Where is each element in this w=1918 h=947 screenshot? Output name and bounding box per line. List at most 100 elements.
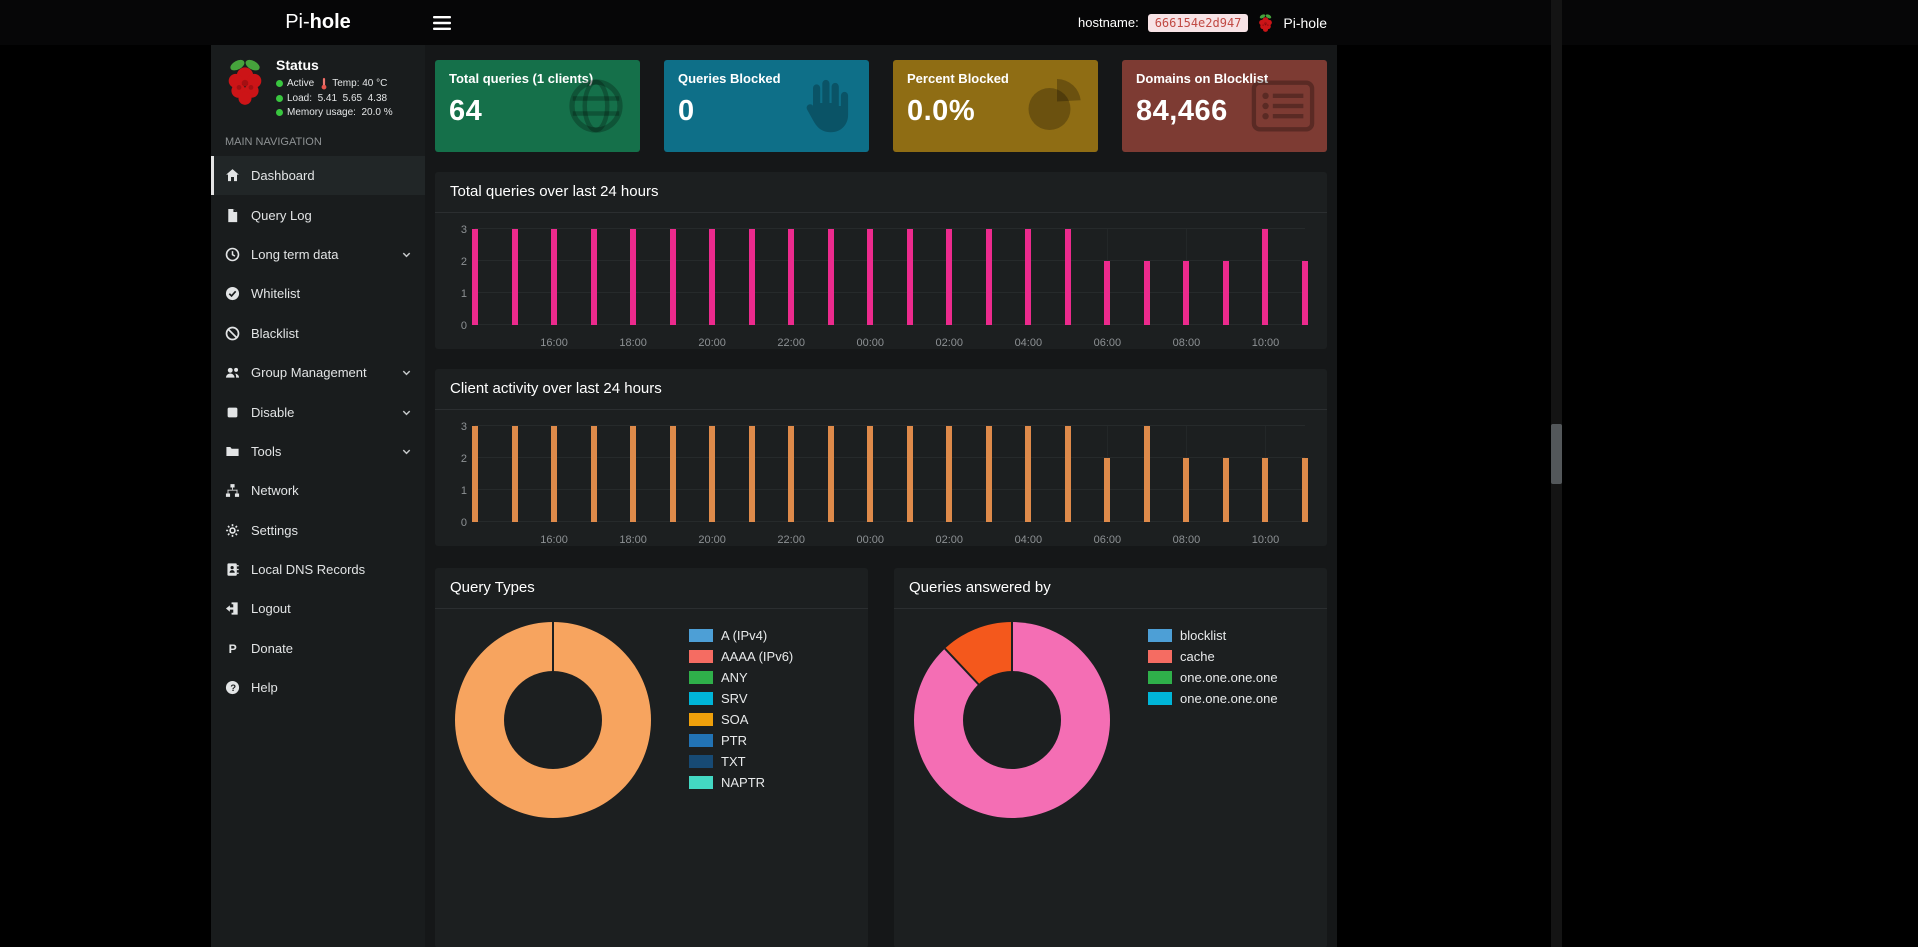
gridline	[475, 228, 1305, 229]
sidebar-item-label: Help	[251, 680, 412, 695]
sidebar-item-logout[interactable]: Logout	[211, 589, 425, 628]
sidebar-item-label: Group Management	[251, 365, 390, 380]
legend-item-one-one-one-one[interactable]: one.one.one.one	[1148, 691, 1278, 706]
panel-title-client-activity: Client activity over last 24 hours	[450, 380, 662, 397]
client-activity-chart: 012316:0018:0020:0022:0000:0002:0004:000…	[441, 418, 1315, 546]
status-active-label: Active	[287, 78, 314, 89]
sidebar-item-local-dns-records[interactable]: Local DNS Records	[211, 550, 425, 589]
help-icon: ?	[225, 680, 240, 695]
donut-hole	[963, 671, 1061, 769]
chart-bar	[1302, 261, 1308, 325]
legend-label: A (IPv4)	[721, 628, 767, 643]
x-axis-tick-label: 02:00	[936, 534, 964, 546]
sidebar-brand[interactable]: Pi-hole	[211, 0, 425, 45]
legend-color-chip	[689, 671, 713, 684]
chart-bar	[867, 426, 873, 522]
x-axis-tick-label: 10:00	[1252, 534, 1280, 546]
stat-card-total-queries-1-clients: Total queries (1 clients)64	[435, 60, 640, 152]
panel-query-types: Query Types A (IPv4)AAAA (IPv6)ANYSRVSOA…	[435, 568, 868, 947]
sidebar-item-label: Blacklist	[251, 326, 412, 341]
legend-item-naptr[interactable]: NAPTR	[689, 775, 793, 790]
sidebar-item-group-management[interactable]: Group Management	[211, 353, 425, 392]
panel-header: Total queries over last 24 hours	[435, 172, 1327, 213]
legend-item-cache[interactable]: cache	[1148, 649, 1278, 664]
pihole-logo-icon	[223, 57, 267, 118]
x-axis-tick-label: 04:00	[1015, 534, 1043, 546]
y-axis-tick-label: 1	[441, 288, 467, 300]
sidebar-item-donate[interactable]: PDonate	[211, 629, 425, 668]
brand-text-light: Pi-	[285, 11, 309, 33]
legend-item-aaaa-ipv6[interactable]: AAAA (IPv6)	[689, 649, 793, 664]
page-scrollbar-thumb[interactable]	[1551, 424, 1562, 484]
chart-bar	[1302, 458, 1308, 522]
chart-bar	[788, 229, 794, 325]
sidebar-item-tools[interactable]: Tools	[211, 432, 425, 471]
legend-label: ANY	[721, 670, 748, 685]
hamburger-icon	[433, 16, 451, 30]
y-axis-tick-label: 2	[441, 256, 467, 268]
legend-color-chip	[689, 650, 713, 663]
sidebar-item-disable[interactable]: Disable	[211, 392, 425, 431]
chart-bar	[907, 229, 913, 325]
sidebar-menu: DashboardQuery Log Long term data Whitelis…	[211, 156, 425, 707]
chart-bar	[670, 426, 676, 522]
legend-item-srv[interactable]: SRV	[689, 691, 793, 706]
raspberry-icon	[1257, 13, 1274, 33]
chart-bar	[946, 426, 952, 522]
legend-item-soa[interactable]: SOA	[689, 712, 793, 727]
chevron-down-icon	[401, 367, 412, 378]
sidebar-item-label: Tools	[251, 444, 390, 459]
queries-answered-donut	[914, 622, 1110, 818]
legend-color-chip	[1148, 692, 1172, 705]
sidebar-item-help[interactable]: ? Help	[211, 668, 425, 707]
x-axis-tick-label: 20:00	[698, 337, 726, 349]
sidebar-item-label: Local DNS Records	[251, 562, 412, 577]
x-axis-tick-label: 08:00	[1173, 534, 1201, 546]
y-axis-tick-label: 2	[441, 453, 467, 465]
sidebar-item-label: Long term data	[251, 247, 390, 262]
total-queries-chart: 012316:0018:0020:0022:0000:0002:0004:000…	[441, 221, 1315, 349]
sidebar-item-whitelist[interactable]: Whitelist	[211, 274, 425, 313]
sidebar-item-dashboard[interactable]: Dashboard	[211, 156, 425, 195]
summary-cards: Total queries (1 clients)64Queries Block…	[435, 60, 1327, 152]
sidebar-item-long-term-data[interactable]: Long term data	[211, 235, 425, 274]
legend-item-blocklist[interactable]: blocklist	[1148, 628, 1278, 643]
legend-item-ptr[interactable]: PTR	[689, 733, 793, 748]
chevron-down-icon	[401, 446, 412, 457]
x-axis-tick-label: 22:00	[777, 337, 805, 349]
x-axis-tick-label: 18:00	[619, 337, 647, 349]
page-scrollbar-track[interactable]	[1551, 0, 1562, 947]
x-axis-tick-label: 06:00	[1094, 534, 1122, 546]
chart-bar	[749, 426, 755, 522]
gridline	[475, 521, 1305, 522]
chart-bar	[591, 426, 597, 522]
legend-color-chip	[1148, 650, 1172, 663]
x-axis-tick-label: 10:00	[1252, 337, 1280, 349]
network-icon	[225, 483, 240, 498]
chart-bar	[1104, 261, 1110, 325]
y-axis-tick-label: 0	[441, 320, 467, 332]
legend-item-one-one-one-one[interactable]: one.one.one.one	[1148, 670, 1278, 685]
status-load: Load: 5.41 5.65 4.38	[287, 93, 387, 104]
sidebar-item-settings[interactable]: Settings	[211, 511, 425, 550]
chart-bar	[551, 229, 557, 325]
chevron-down-icon	[401, 249, 412, 260]
panel-header: Client activity over last 24 hours	[435, 369, 1327, 410]
legend-item-a-ipv4[interactable]: A (IPv4)	[689, 628, 793, 643]
home-icon	[225, 168, 240, 183]
legend-item-any[interactable]: ANY	[689, 670, 793, 685]
x-axis-tick-label: 00:00	[856, 534, 884, 546]
sidebar-item-network[interactable]: Network	[211, 471, 425, 510]
chart-bar	[1144, 261, 1150, 325]
gridline	[475, 457, 1305, 458]
sidebar-item-blacklist[interactable]: Blacklist	[211, 314, 425, 353]
paypal-icon: P	[225, 641, 240, 656]
x-axis-tick-label: 18:00	[619, 534, 647, 546]
legend-item-txt[interactable]: TXT	[689, 754, 793, 769]
sidebar-toggle-button[interactable]	[433, 14, 455, 32]
chart-bar	[788, 426, 794, 522]
chart-bar	[472, 426, 478, 522]
sidebar-item-query-log[interactable]: Query Log	[211, 195, 425, 234]
sidebar: Status Active Temp: 40 °C Load: 5.41 5.6…	[211, 45, 425, 947]
status-row-active: Active Temp: 40 °C	[276, 77, 393, 90]
